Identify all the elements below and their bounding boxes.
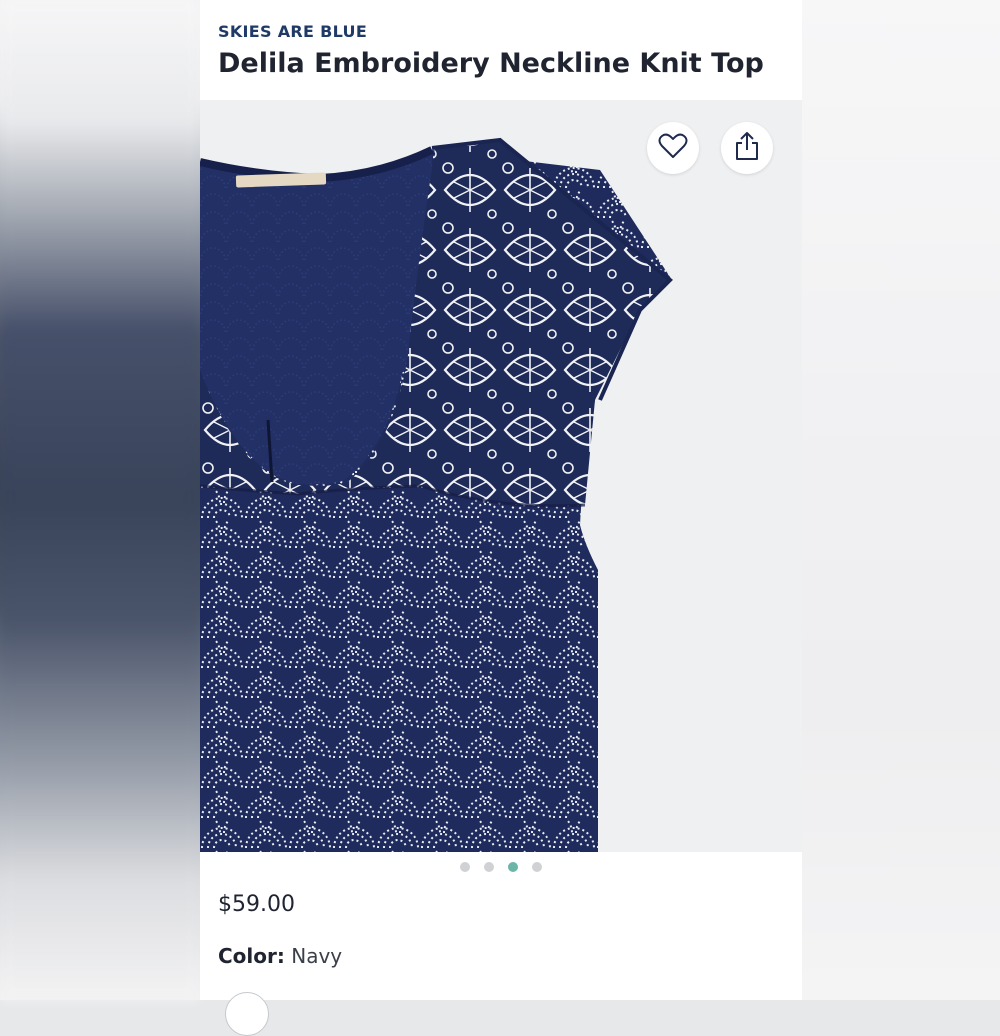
carousel-dot-3[interactable] bbox=[508, 862, 518, 872]
share-icon bbox=[734, 131, 760, 165]
product-image-carousel[interactable] bbox=[200, 100, 802, 852]
blurred-backdrop-right bbox=[800, 0, 1000, 1000]
color-value: Navy bbox=[291, 944, 343, 968]
carousel-dot-4[interactable] bbox=[532, 862, 542, 872]
color-swatch-navy[interactable] bbox=[225, 992, 269, 1036]
color-label: Color: bbox=[218, 944, 285, 968]
carousel-indicators bbox=[200, 862, 802, 876]
product-image bbox=[200, 137, 673, 852]
product-price: $59.00 bbox=[218, 892, 295, 917]
carousel-dot-2[interactable] bbox=[484, 862, 494, 872]
carousel-dot-1[interactable] bbox=[460, 862, 470, 872]
blurred-backdrop-left bbox=[0, 0, 200, 1000]
color-selector-label: Color: Navy bbox=[218, 944, 342, 968]
favorite-button[interactable] bbox=[647, 122, 699, 174]
brand-name[interactable]: SKIES ARE BLUE bbox=[218, 22, 367, 41]
heart-icon bbox=[658, 132, 688, 164]
product-panel: SKIES ARE BLUE Delila Embroidery Necklin… bbox=[200, 0, 802, 1036]
share-button[interactable] bbox=[721, 122, 773, 174]
product-title: Delila Embroidery Neckline Knit Top bbox=[218, 48, 764, 79]
